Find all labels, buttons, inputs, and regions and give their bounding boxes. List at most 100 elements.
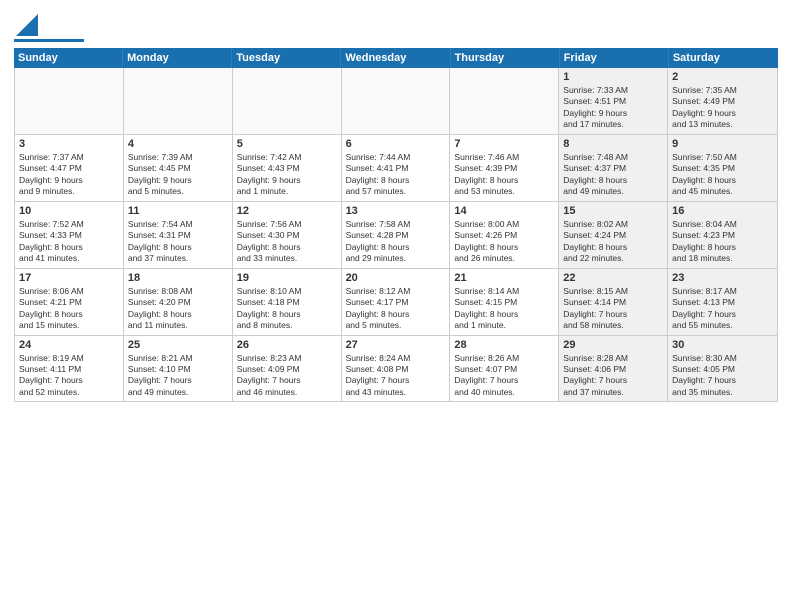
cal-cell-22-3-5: 22 Sunrise: 8:15 AM Sunset: 4:14 PM Dayli… (559, 269, 668, 335)
cell-info: Sunrise: 8:19 AM Sunset: 4:11 PM Dayligh… (19, 353, 119, 399)
day-number: 16 (672, 205, 773, 217)
header-cell-monday: Monday (123, 48, 232, 68)
day-number: 12 (237, 205, 337, 217)
header-cell-thursday: Thursday (451, 48, 560, 68)
cell-info: Sunrise: 8:30 AM Sunset: 4:05 PM Dayligh… (672, 353, 773, 399)
header-cell-friday: Friday (560, 48, 669, 68)
cell-info: Sunrise: 8:28 AM Sunset: 4:06 PM Dayligh… (563, 353, 663, 399)
day-number: 17 (19, 272, 119, 284)
cal-cell-16-2-6: 16 Sunrise: 8:04 AM Sunset: 4:23 PM Dayli… (668, 202, 777, 268)
day-number: 7 (454, 138, 554, 150)
cell-info: Sunrise: 8:21 AM Sunset: 4:10 PM Dayligh… (128, 353, 228, 399)
day-number: 18 (128, 272, 228, 284)
day-number: 28 (454, 339, 554, 351)
cal-cell-4-1-1: 4 Sunrise: 7:39 AM Sunset: 4:45 PM Daylig… (124, 135, 233, 201)
logo (14, 14, 84, 42)
cell-info: Sunrise: 7:39 AM Sunset: 4:45 PM Dayligh… (128, 152, 228, 198)
cal-cell-5-1-2: 5Sunrise: 7:42 AM Sunset: 4:43 PM Daylig… (233, 135, 342, 201)
day-number: 10 (19, 205, 119, 217)
day-number: 22 (563, 272, 663, 284)
cell-info: Sunrise: 8:12 AM Sunset: 4:17 PM Dayligh… (346, 286, 446, 332)
cal-cell-11-2-1: 11 Sunrise: 7:54 AM Sunset: 4:31 PM Dayli… (124, 202, 233, 268)
day-number: 15 (563, 205, 663, 217)
calendar-rows: 1Sunrise: 7:33 AM Sunset: 4:51 PM Daylig… (15, 68, 777, 401)
cal-cell-25-4-1: 25 Sunrise: 8:21 AM Sunset: 4:10 PM Dayli… (124, 336, 233, 402)
cell-info: Sunrise: 7:54 AM Sunset: 4:31 PM Dayligh… (128, 219, 228, 265)
cal-cell-23-3-6: 23 Sunrise: 8:17 AM Sunset: 4:13 PM Dayli… (668, 269, 777, 335)
cal-cell-29-4-5: 29 Sunrise: 8:28 AM Sunset: 4:06 PM Dayli… (559, 336, 668, 402)
cell-info: Sunrise: 8:26 AM Sunset: 4:07 PM Dayligh… (454, 353, 554, 399)
cal-cell-empty-0-1 (124, 68, 233, 134)
cell-info: Sunrise: 8:17 AM Sunset: 4:13 PM Dayligh… (672, 286, 773, 332)
cal-cell-1-0-5: 1Sunrise: 7:33 AM Sunset: 4:51 PM Daylig… (559, 68, 668, 134)
cal-cell-28-4-4: 28 Sunrise: 8:26 AM Sunset: 4:07 PM Dayli… (450, 336, 559, 402)
day-number: 23 (672, 272, 773, 284)
cell-info: Sunrise: 7:42 AM Sunset: 4:43 PM Dayligh… (237, 152, 337, 198)
cell-info: Sunrise: 8:00 AM Sunset: 4:26 PM Dayligh… (454, 219, 554, 265)
cell-info: Sunrise: 8:04 AM Sunset: 4:23 PM Dayligh… (672, 219, 773, 265)
logo-underline (14, 39, 84, 42)
cal-cell-18-3-1: 18 Sunrise: 8:08 AM Sunset: 4:20 PM Dayli… (124, 269, 233, 335)
cell-info: Sunrise: 7:48 AM Sunset: 4:37 PM Dayligh… (563, 152, 663, 198)
cell-info: Sunrise: 8:02 AM Sunset: 4:24 PM Dayligh… (563, 219, 663, 265)
day-number: 2 (672, 71, 773, 83)
cell-info: Sunrise: 7:46 AM Sunset: 4:39 PM Dayligh… (454, 152, 554, 198)
cal-cell-21-3-4: 21 Sunrise: 8:14 AM Sunset: 4:15 PM Dayli… (450, 269, 559, 335)
header-cell-sunday: Sunday (14, 48, 123, 68)
day-number: 24 (19, 339, 119, 351)
cell-info: Sunrise: 7:50 AM Sunset: 4:35 PM Dayligh… (672, 152, 773, 198)
cell-info: Sunrise: 8:24 AM Sunset: 4:08 PM Dayligh… (346, 353, 446, 399)
day-number: 13 (346, 205, 446, 217)
page: SundayMondayTuesdayWednesdayThursdayFrid… (0, 0, 792, 612)
cal-cell-8-1-5: 8 Sunrise: 7:48 AM Sunset: 4:37 PM Daylig… (559, 135, 668, 201)
cal-row-3: 17Sunrise: 8:06 AM Sunset: 4:21 PM Dayli… (15, 269, 777, 336)
cell-info: Sunrise: 8:15 AM Sunset: 4:14 PM Dayligh… (563, 286, 663, 332)
day-number: 29 (563, 339, 663, 351)
cell-info: Sunrise: 8:10 AM Sunset: 4:18 PM Dayligh… (237, 286, 337, 332)
header-cell-saturday: Saturday (669, 48, 778, 68)
day-number: 3 (19, 138, 119, 150)
day-number: 8 (563, 138, 663, 150)
cal-cell-12-2-2: 12Sunrise: 7:56 AM Sunset: 4:30 PM Dayli… (233, 202, 342, 268)
day-number: 6 (346, 138, 446, 150)
cell-info: Sunrise: 7:35 AM Sunset: 4:49 PM Dayligh… (672, 85, 773, 131)
header (14, 10, 778, 42)
cal-cell-empty-0-2 (233, 68, 342, 134)
day-number: 14 (454, 205, 554, 217)
cal-cell-empty-0-3 (342, 68, 451, 134)
cal-cell-6-1-3: 6 Sunrise: 7:44 AM Sunset: 4:41 PM Daylig… (342, 135, 451, 201)
cal-cell-3-1-0: 3 Sunrise: 7:37 AM Sunset: 4:47 PM Daylig… (15, 135, 124, 201)
cal-cell-20-3-3: 20 Sunrise: 8:12 AM Sunset: 4:17 PM Dayli… (342, 269, 451, 335)
cal-row-0: 1Sunrise: 7:33 AM Sunset: 4:51 PM Daylig… (15, 68, 777, 135)
day-number: 30 (672, 339, 773, 351)
cal-row-1: 3 Sunrise: 7:37 AM Sunset: 4:47 PM Daylig… (15, 135, 777, 202)
day-number: 20 (346, 272, 446, 284)
cell-info: Sunrise: 8:08 AM Sunset: 4:20 PM Dayligh… (128, 286, 228, 332)
day-number: 19 (237, 272, 337, 284)
cell-info: Sunrise: 7:44 AM Sunset: 4:41 PM Dayligh… (346, 152, 446, 198)
cell-info: Sunrise: 7:52 AM Sunset: 4:33 PM Dayligh… (19, 219, 119, 265)
day-number: 21 (454, 272, 554, 284)
cal-cell-14-2-4: 14 Sunrise: 8:00 AM Sunset: 4:26 PM Dayli… (450, 202, 559, 268)
cal-cell-24-4-0: 24 Sunrise: 8:19 AM Sunset: 4:11 PM Dayli… (15, 336, 124, 402)
day-number: 9 (672, 138, 773, 150)
cal-row-2: 10 Sunrise: 7:52 AM Sunset: 4:33 PM Dayli… (15, 202, 777, 269)
cal-cell-19-3-2: 19 Sunrise: 8:10 AM Sunset: 4:18 PM Dayli… (233, 269, 342, 335)
day-number: 11 (128, 205, 228, 217)
cal-cell-17-3-0: 17Sunrise: 8:06 AM Sunset: 4:21 PM Dayli… (15, 269, 124, 335)
header-cell-tuesday: Tuesday (232, 48, 341, 68)
cal-cell-10-2-0: 10 Sunrise: 7:52 AM Sunset: 4:33 PM Dayli… (15, 202, 124, 268)
day-number: 4 (128, 138, 228, 150)
cell-info: Sunrise: 7:58 AM Sunset: 4:28 PM Dayligh… (346, 219, 446, 265)
header-cell-wednesday: Wednesday (341, 48, 450, 68)
cal-cell-9-1-6: 9 Sunrise: 7:50 AM Sunset: 4:35 PM Daylig… (668, 135, 777, 201)
cal-cell-26-4-2: 26Sunrise: 8:23 AM Sunset: 4:09 PM Dayli… (233, 336, 342, 402)
cal-row-4: 24 Sunrise: 8:19 AM Sunset: 4:11 PM Dayli… (15, 336, 777, 402)
day-number: 27 (346, 339, 446, 351)
day-number: 25 (128, 339, 228, 351)
cal-cell-2-0-6: 2 Sunrise: 7:35 AM Sunset: 4:49 PM Daylig… (668, 68, 777, 134)
cell-info: Sunrise: 8:14 AM Sunset: 4:15 PM Dayligh… (454, 286, 554, 332)
calendar: SundayMondayTuesdayWednesdayThursdayFrid… (14, 48, 778, 602)
cell-info: Sunrise: 7:37 AM Sunset: 4:47 PM Dayligh… (19, 152, 119, 198)
cal-cell-7-1-4: 7 Sunrise: 7:46 AM Sunset: 4:39 PM Daylig… (450, 135, 559, 201)
